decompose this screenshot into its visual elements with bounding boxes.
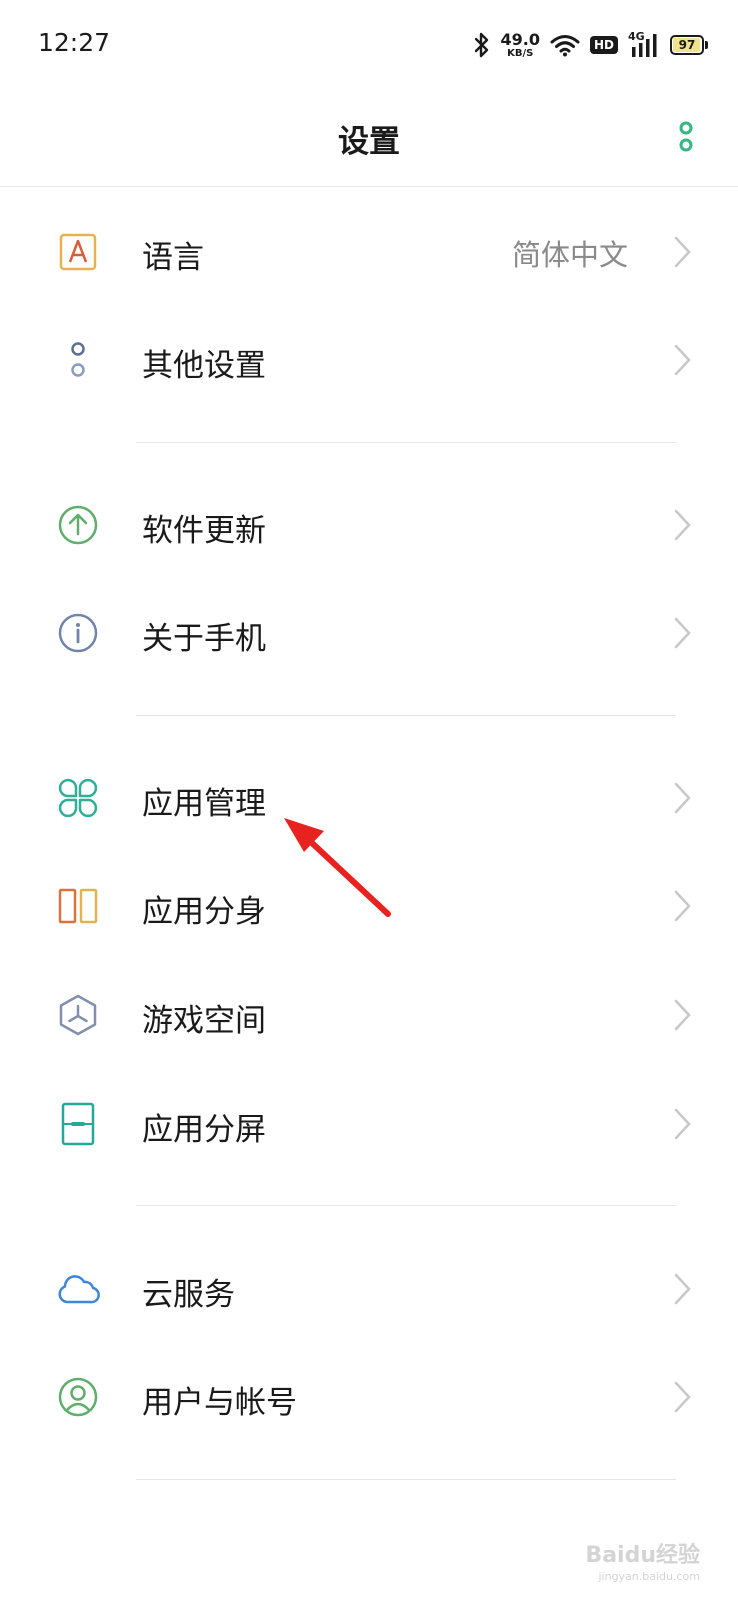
settings-item-label: 软件更新 — [142, 513, 266, 549]
split-screen-icon — [56, 1102, 100, 1146]
more-options-button[interactable] — [674, 118, 698, 158]
settings-item-language[interactable]: 语言 简体中文 — [0, 198, 738, 306]
app-clone-icon — [56, 884, 100, 928]
settings-item-split-screen[interactable]: 应用分屏 — [0, 1070, 738, 1178]
network-speed-unit: KB/S — [507, 47, 534, 59]
settings-item-label: 应用管理 — [142, 786, 266, 822]
section-divider — [136, 1479, 676, 1480]
status-time: 12:27 — [38, 28, 111, 57]
user-icon — [56, 1375, 100, 1419]
status-bar: 12:27 49.0 KB/S HD 4G 97 — [0, 0, 738, 90]
signal-icon: 4G — [628, 30, 660, 58]
battery-level: 97 — [678, 38, 696, 52]
chevron-right-icon — [674, 1108, 691, 1140]
app-header: 设置 — [0, 90, 738, 187]
network-speed: 49.0 KB/S — [500, 29, 540, 59]
chevron-right-icon — [674, 890, 691, 922]
settings-item-other-settings[interactable]: 其他设置 — [0, 306, 738, 414]
chevron-right-icon — [674, 1381, 691, 1413]
more-settings-icon — [56, 338, 100, 382]
settings-item-label: 用户与帐号 — [142, 1385, 297, 1421]
settings-item-software-update[interactable]: 软件更新 — [0, 471, 738, 579]
language-value: 简体中文 — [511, 238, 628, 272]
settings-item-label: 云服务 — [142, 1277, 235, 1313]
chevron-right-icon — [674, 236, 691, 268]
watermark-site: jingyan.baidu.com — [598, 1570, 700, 1583]
bluetooth-icon — [474, 32, 488, 58]
section-divider — [136, 1205, 676, 1206]
settings-item-label: 应用分身 — [142, 894, 266, 930]
wifi-icon — [550, 35, 580, 57]
settings-item-cloud-service[interactable]: 云服务 — [0, 1235, 738, 1343]
watermark: Baidu经验 jingyan.baidu.com — [585, 1543, 700, 1583]
chevron-right-icon — [674, 509, 691, 541]
settings-item-app-management[interactable]: 应用管理 — [0, 744, 738, 852]
chevron-right-icon — [674, 617, 691, 649]
cloud-icon — [56, 1267, 100, 1311]
settings-item-game-space[interactable]: 游戏空间 — [0, 961, 738, 1069]
settings-item-label: 语言 — [142, 240, 204, 276]
more-vertical-icon — [679, 121, 693, 152]
page-title: 设置 — [338, 124, 400, 160]
watermark-brand: Baidu经验 — [585, 1543, 700, 1568]
chevron-right-icon — [674, 999, 691, 1031]
settings-item-label: 应用分屏 — [142, 1112, 266, 1148]
update-icon — [56, 503, 100, 547]
language-icon — [56, 230, 100, 274]
network-speed-value: 49.0 — [500, 29, 540, 49]
section-divider — [136, 715, 676, 716]
settings-screen: 12:27 49.0 KB/S HD 4G 97 设置 语言 简体中文 其他设置… — [0, 0, 738, 1600]
settings-item-label: 关于手机 — [142, 621, 266, 657]
settings-item-label: 其他设置 — [142, 348, 266, 384]
settings-item-user-account[interactable]: 用户与帐号 — [0, 1343, 738, 1451]
status-icons: 49.0 KB/S HD 4G 97 — [473, 28, 708, 62]
hd-icon: HD — [589, 36, 618, 54]
settings-item-about-phone[interactable]: 关于手机 — [0, 579, 738, 687]
section-divider — [136, 442, 676, 443]
info-icon — [56, 611, 100, 655]
battery-icon: 97 — [670, 35, 708, 55]
game-space-icon — [56, 993, 100, 1037]
settings-item-app-clone[interactable]: 应用分身 — [0, 852, 738, 960]
chevron-right-icon — [674, 1273, 691, 1305]
settings-item-label: 游戏空间 — [142, 1003, 266, 1039]
chevron-right-icon — [674, 782, 691, 814]
apps-grid-icon — [56, 776, 100, 820]
chevron-right-icon — [674, 344, 691, 376]
